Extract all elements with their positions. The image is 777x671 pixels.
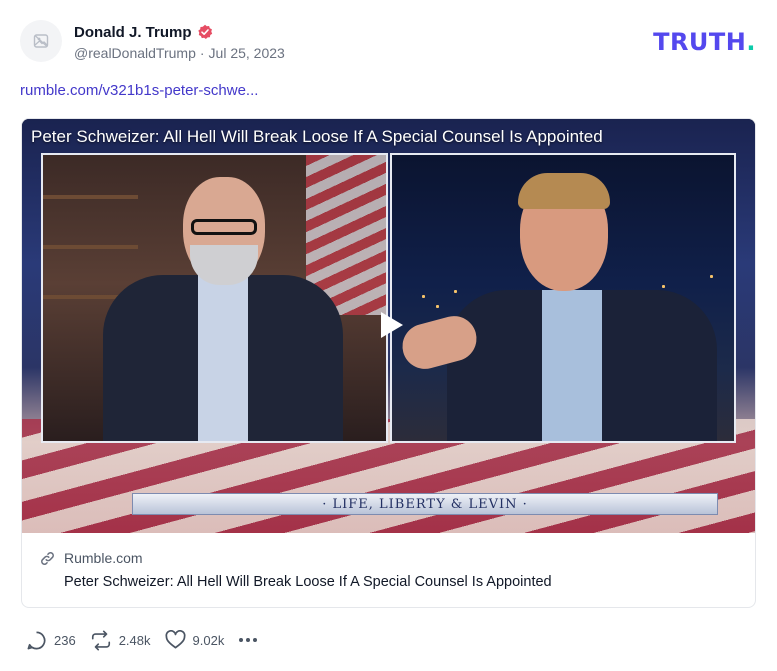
avatar-placeholder-icon: [33, 34, 49, 48]
show-banner: · LIFE, LIBERTY & LEVIN ·: [132, 493, 718, 515]
truth-logo[interactable]: TRUTH.: [653, 28, 756, 56]
verified-badge-icon: [197, 24, 212, 39]
retruth-count: 2.48k: [118, 632, 151, 648]
reply-button[interactable]: 236: [26, 630, 76, 651]
like-icon: [165, 630, 186, 649]
post-date[interactable]: Jul 25, 2023: [209, 45, 285, 61]
video-panel-left: [41, 153, 388, 443]
play-icon[interactable]: [373, 308, 407, 342]
author-name[interactable]: Donald J. Trump: [74, 24, 192, 41]
meta-separator: ·: [199, 45, 205, 61]
retruth-button[interactable]: 2.48k: [90, 630, 151, 651]
banner-text: · LIFE, LIBERTY & LEVIN ·: [322, 496, 528, 512]
author-handle[interactable]: @realDonaldTrump: [74, 45, 196, 61]
card-title: Peter Schweizer: All Hell Will Break Loo…: [64, 574, 552, 590]
brand-dot: .: [746, 28, 756, 56]
author-block: Donald J. Trump @realDonaldTrump · Jul 2…: [74, 22, 285, 62]
link-preview-card[interactable]: Peter Schweizer: All Hell Will Break Loo…: [21, 118, 756, 608]
reply-count: 236: [54, 632, 76, 648]
card-footer: Rumble.com Peter Schweizer: All Hell Wil…: [22, 533, 755, 607]
post-actions: 236 2.48k 9.02k: [26, 628, 272, 652]
like-count: 9.02k: [192, 632, 225, 648]
video-thumbnail[interactable]: Peter Schweizer: All Hell Will Break Loo…: [22, 119, 755, 533]
card-source: Rumble.com: [64, 550, 143, 566]
brand-text: TRUTH: [653, 28, 747, 56]
more-icon: [239, 638, 258, 642]
retruth-icon: [91, 630, 110, 650]
more-button[interactable]: [238, 637, 258, 643]
video-title: Peter Schweizer: All Hell Will Break Loo…: [31, 127, 603, 146]
avatar[interactable]: [20, 20, 62, 62]
video-panel-right: [390, 153, 736, 443]
post-link[interactable]: rumble.com/v321b1s-peter-schwe...: [20, 82, 258, 99]
like-button[interactable]: 9.02k: [165, 630, 225, 650]
post-header: Donald J. Trump @realDonaldTrump · Jul 2…: [20, 20, 760, 64]
reply-icon: [27, 631, 46, 649]
link-icon: [41, 551, 54, 565]
